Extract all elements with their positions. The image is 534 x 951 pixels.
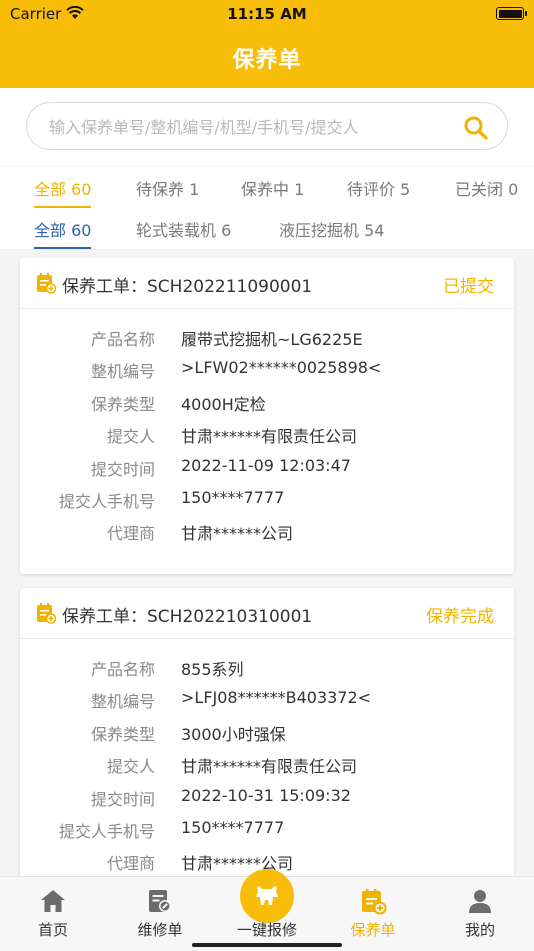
field-submitter-phone: 提交人手机号 150****7777 bbox=[20, 488, 514, 520]
tab-status-closed[interactable]: 已关闭 0 bbox=[455, 176, 518, 200]
field-submit-time: 提交时间 2022-11-09 12:03:47 bbox=[20, 456, 514, 488]
field-product-name: 产品名称 履带式挖掘机~LG6225E bbox=[20, 326, 514, 358]
home-indicator bbox=[192, 943, 342, 947]
field-label: 提交人手机号 bbox=[58, 822, 155, 841]
field-label: 代理商 bbox=[106, 854, 155, 873]
field-value: 2022-10-31 15:09:32 bbox=[181, 786, 351, 805]
tab-label: 首页 bbox=[37, 921, 68, 939]
order-status: 已提交 bbox=[443, 277, 494, 297]
tab-label: 维修单 bbox=[137, 921, 183, 939]
tab-type-excavator[interactable]: 液压挖掘机 54 bbox=[279, 217, 384, 241]
bottom-tab-bar: 首页 维修单 一键报修 保养单 我的 bbox=[0, 869, 534, 951]
tab-profile[interactable]: 我的 bbox=[430, 877, 530, 951]
field-value: 855系列 bbox=[181, 660, 244, 679]
tab-status-to-review[interactable]: 待评价 5 bbox=[347, 176, 410, 200]
profile-icon bbox=[469, 890, 491, 913]
maintenance-order-icon bbox=[37, 603, 56, 624]
order-number: 保养工单：SCH202211090001 bbox=[62, 277, 313, 297]
field-label: 整机编号 bbox=[90, 692, 155, 711]
tab-status-pending[interactable]: 待保养 1 bbox=[136, 176, 199, 200]
field-value: >LFJ08******B403372< bbox=[181, 688, 372, 707]
tab-quick-report[interactable]: 一键报修 bbox=[217, 869, 317, 951]
filter-tabs: 全部 60 待保养 1 保养中 1 待评价 5 已关闭 0 全部 60 轮式装载… bbox=[0, 167, 534, 250]
tab-type-all[interactable]: 全部 60 bbox=[34, 217, 92, 249]
field-submitter: 提交人 甘肃******有限责任公司 bbox=[20, 753, 514, 785]
field-value: 甘肃******公司 bbox=[181, 524, 294, 543]
repair-order-icon bbox=[149, 890, 171, 912]
order-card-header: 保养工单：SCH202211090001 已提交 bbox=[20, 258, 514, 309]
search-box[interactable] bbox=[26, 102, 508, 150]
maintenance-order-icon bbox=[362, 889, 387, 915]
tab-maintenance-orders[interactable]: 保养单 bbox=[323, 877, 423, 951]
page-title: 保养单 bbox=[232, 48, 302, 73]
field-submit-time: 提交时间 2022-10-31 15:09:32 bbox=[20, 786, 514, 818]
tab-status-in-progress[interactable]: 保养中 1 bbox=[241, 176, 304, 200]
field-value: 履带式挖掘机~LG6225E bbox=[181, 330, 363, 349]
field-label: 提交人手机号 bbox=[58, 492, 155, 511]
field-maintenance-type: 保养类型 3000小时强保 bbox=[20, 721, 514, 753]
field-label: 产品名称 bbox=[90, 330, 155, 349]
field-label: 提交时间 bbox=[90, 460, 155, 479]
search-icon[interactable] bbox=[463, 115, 489, 141]
tab-label: 一键报修 bbox=[236, 921, 297, 939]
quick-report-button[interactable] bbox=[240, 869, 294, 923]
search-input[interactable] bbox=[47, 113, 451, 141]
field-value: >LFW02******0025898< bbox=[181, 358, 382, 377]
field-submitter: 提交人 甘肃******有限责任公司 bbox=[20, 423, 514, 455]
order-card[interactable]: 保养工单：SCH202211090001 已提交 产品名称 履带式挖掘机~LG62… bbox=[20, 258, 514, 574]
field-value: 3000小时强保 bbox=[181, 725, 286, 744]
order-card-header: 保养工单：SCH202210310001 保养完成 bbox=[20, 588, 514, 639]
tab-repair-orders[interactable]: 维修单 bbox=[110, 877, 210, 951]
maintenance-order-icon bbox=[37, 273, 56, 294]
field-machine-number: 整机编号 >LFW02******0025898< bbox=[20, 358, 514, 390]
field-label: 保养类型 bbox=[90, 395, 155, 414]
field-label: 提交人 bbox=[106, 757, 155, 776]
order-number: 保养工单：SCH202210310001 bbox=[62, 607, 313, 627]
status-bar: Carrier 11:15 AM bbox=[0, 0, 534, 28]
home-icon bbox=[41, 890, 65, 912]
tab-type-wheel-loader[interactable]: 轮式装载机 6 bbox=[136, 217, 231, 241]
field-agent: 代理商 甘肃******公司 bbox=[20, 520, 514, 552]
order-status: 保养完成 bbox=[426, 607, 494, 627]
field-machine-number: 整机编号 >LFJ08******B403372< bbox=[20, 688, 514, 720]
field-submitter-phone: 提交人手机号 150****7777 bbox=[20, 818, 514, 850]
field-label: 代理商 bbox=[106, 524, 155, 543]
field-value: 150****7777 bbox=[181, 818, 285, 837]
field-label: 保养类型 bbox=[90, 725, 155, 744]
field-value: 4000H定检 bbox=[181, 395, 266, 414]
field-label: 提交人 bbox=[106, 427, 155, 446]
field-label: 提交时间 bbox=[90, 790, 155, 809]
field-maintenance-type: 保养类型 4000H定检 bbox=[20, 391, 514, 423]
tab-label: 保养单 bbox=[350, 921, 396, 939]
order-card[interactable]: 保养工单：SCH202210310001 保养完成 产品名称 855系列 整机编号… bbox=[20, 588, 514, 888]
battery-tip bbox=[525, 11, 527, 16]
field-label: 产品名称 bbox=[90, 660, 155, 679]
field-label: 整机编号 bbox=[90, 362, 155, 381]
quick-report-icon bbox=[256, 886, 278, 905]
field-value: 甘肃******有限责任公司 bbox=[181, 757, 358, 776]
tab-status-all[interactable]: 全部 60 bbox=[34, 176, 92, 208]
field-product-name: 产品名称 855系列 bbox=[20, 656, 514, 688]
status-time: 11:15 AM bbox=[227, 5, 307, 23]
search-section bbox=[0, 88, 534, 166]
field-value: 甘肃******有限责任公司 bbox=[181, 427, 358, 446]
tab-label: 我的 bbox=[464, 921, 495, 939]
field-value: 2022-11-09 12:03:47 bbox=[181, 456, 351, 475]
battery-icon bbox=[496, 7, 524, 20]
tab-home[interactable]: 首页 bbox=[3, 877, 103, 951]
app-header: Carrier 11:15 AM 保养单 bbox=[0, 0, 534, 88]
field-value: 150****7777 bbox=[181, 488, 285, 507]
